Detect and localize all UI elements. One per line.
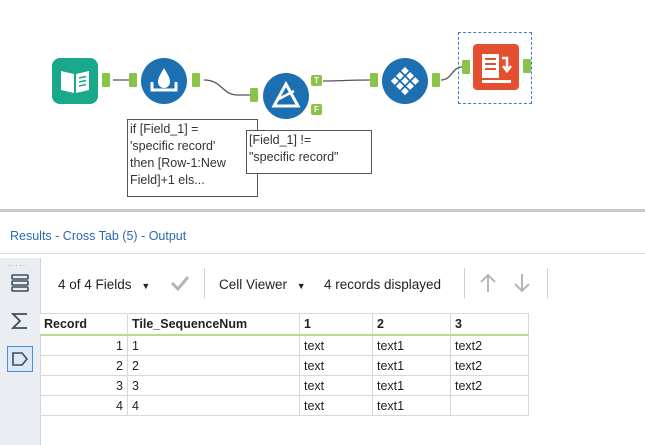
- diamond-grid-icon: [390, 66, 420, 96]
- tile-tool[interactable]: [382, 58, 428, 104]
- table-cell[interactable]: 2: [127, 355, 300, 376]
- column-header-2[interactable]: 2: [372, 313, 451, 336]
- records-displayed-label: 4 records displayed: [324, 277, 442, 292]
- cross-tab-icon: [482, 54, 512, 83]
- table-row[interactable]: 1 1 text text1 text2: [40, 334, 529, 356]
- column-header-1[interactable]: 1: [299, 313, 373, 336]
- sigma-icon: [11, 313, 27, 329]
- table-cell[interactable]: text: [299, 375, 373, 396]
- filter-false-anchor[interactable]: F: [311, 104, 322, 115]
- chevron-down-icon: ▼: [296, 281, 306, 291]
- table-cell[interactable]: text1: [372, 375, 451, 396]
- arrow-up-icon[interactable]: [478, 272, 498, 299]
- crosstab-output-anchor[interactable]: [523, 59, 531, 73]
- column-header-record[interactable]: Record: [40, 313, 128, 336]
- table-cell[interactable]: text1: [372, 395, 451, 416]
- table-cell[interactable]: text2: [450, 375, 529, 396]
- results-grid[interactable]: Record Tile_SequenceNum 1 2 3 1 1 text t…: [40, 313, 529, 416]
- connection-multirow-to-filter: [203, 79, 250, 96]
- checkmark-icon[interactable]: [170, 274, 190, 297]
- column-header-tile-sequencenum[interactable]: Tile_SequenceNum: [127, 313, 300, 336]
- table-cell[interactable]: text1: [372, 334, 451, 356]
- table-header-row: Record Tile_SequenceNum 1 2 3: [40, 313, 529, 336]
- filter-true-anchor[interactable]: T: [311, 75, 322, 86]
- multirow-output-anchor[interactable]: [192, 73, 200, 87]
- data-view-button[interactable]: [7, 346, 33, 372]
- record-number-cell: 4: [40, 395, 128, 416]
- metadata-view-button[interactable]: [7, 270, 33, 296]
- table-cell[interactable]: [450, 395, 529, 416]
- table-row[interactable]: 4 4 text text1: [40, 395, 529, 416]
- filter-triangle-icon: [271, 80, 301, 108]
- book-icon: [61, 71, 89, 93]
- toolbar-separator: [204, 268, 205, 298]
- cell-viewer-dropdown[interactable]: Cell Viewer ▼: [219, 277, 306, 292]
- results-panel: Results - Cross Tab (5) - Output ····· 4…: [0, 212, 645, 445]
- rail-grip[interactable]: ·····: [8, 261, 26, 270]
- multirow-input-anchor[interactable]: [129, 73, 137, 87]
- table-cell[interactable]: text: [299, 395, 373, 416]
- list-icon: [11, 274, 29, 292]
- tile-output-anchor[interactable]: [432, 73, 440, 87]
- table-cell[interactable]: 3: [127, 375, 300, 396]
- table-cell[interactable]: text: [299, 334, 373, 356]
- water-drop-icon: [150, 68, 178, 92]
- column-header-3[interactable]: 3: [450, 313, 529, 336]
- record-number-cell: 1: [40, 334, 128, 356]
- filter-annotation: [Field_1] != "specific record": [246, 130, 372, 174]
- results-title-divider: [0, 253, 645, 254]
- crosstab-input-anchor[interactable]: [462, 60, 470, 74]
- results-side-rail: ·····: [0, 258, 41, 445]
- table-cell[interactable]: 1: [127, 334, 300, 356]
- connection-filter-to-tile: [322, 79, 371, 82]
- cell-viewer-label: Cell Viewer: [219, 277, 288, 292]
- table-cell[interactable]: text2: [450, 334, 529, 356]
- fields-dropdown[interactable]: 4 of 4 Fields ▼: [58, 277, 150, 292]
- workflow-canvas[interactable]: T F if [Field_1] = 'specific record' the…: [0, 0, 645, 210]
- cross-tab-tool[interactable]: [473, 44, 519, 90]
- summary-view-button[interactable]: [7, 308, 33, 334]
- input-data-tool[interactable]: [52, 58, 98, 104]
- record-number-cell: 2: [40, 355, 128, 376]
- table-cell[interactable]: text: [299, 355, 373, 376]
- chevron-down-icon: ▼: [141, 281, 151, 291]
- multirow-formula-annotation: if [Field_1] = 'specific record' then [R…: [127, 119, 258, 197]
- tag-icon: [12, 352, 29, 366]
- table-row[interactable]: 2 2 text text1 text2: [40, 355, 529, 376]
- table-row[interactable]: 3 3 text text1 text2: [40, 375, 529, 396]
- toolbar-separator: [547, 268, 548, 298]
- connection-lines: [113, 66, 463, 96]
- results-title: Results - Cross Tab (5) - Output: [10, 229, 187, 243]
- record-number-cell: 3: [40, 375, 128, 396]
- input-output-anchor[interactable]: [102, 73, 110, 87]
- fields-dropdown-label: 4 of 4 Fields: [58, 277, 132, 292]
- tile-input-anchor[interactable]: [370, 73, 378, 87]
- arrow-down-icon[interactable]: [512, 272, 532, 299]
- multi-row-formula-tool[interactable]: [141, 58, 187, 104]
- results-toolbar: 4 of 4 Fields ▼ Cell Viewer ▼ 4 records …: [40, 258, 645, 310]
- table-cell[interactable]: text1: [372, 355, 451, 376]
- toolbar-separator: [464, 268, 465, 298]
- filter-tool[interactable]: [263, 73, 309, 119]
- filter-input-anchor[interactable]: [250, 88, 258, 102]
- results-table: Record Tile_SequenceNum 1 2 3 1 1 text t…: [40, 313, 529, 416]
- table-cell[interactable]: text2: [450, 355, 529, 376]
- table-cell[interactable]: 4: [127, 395, 300, 416]
